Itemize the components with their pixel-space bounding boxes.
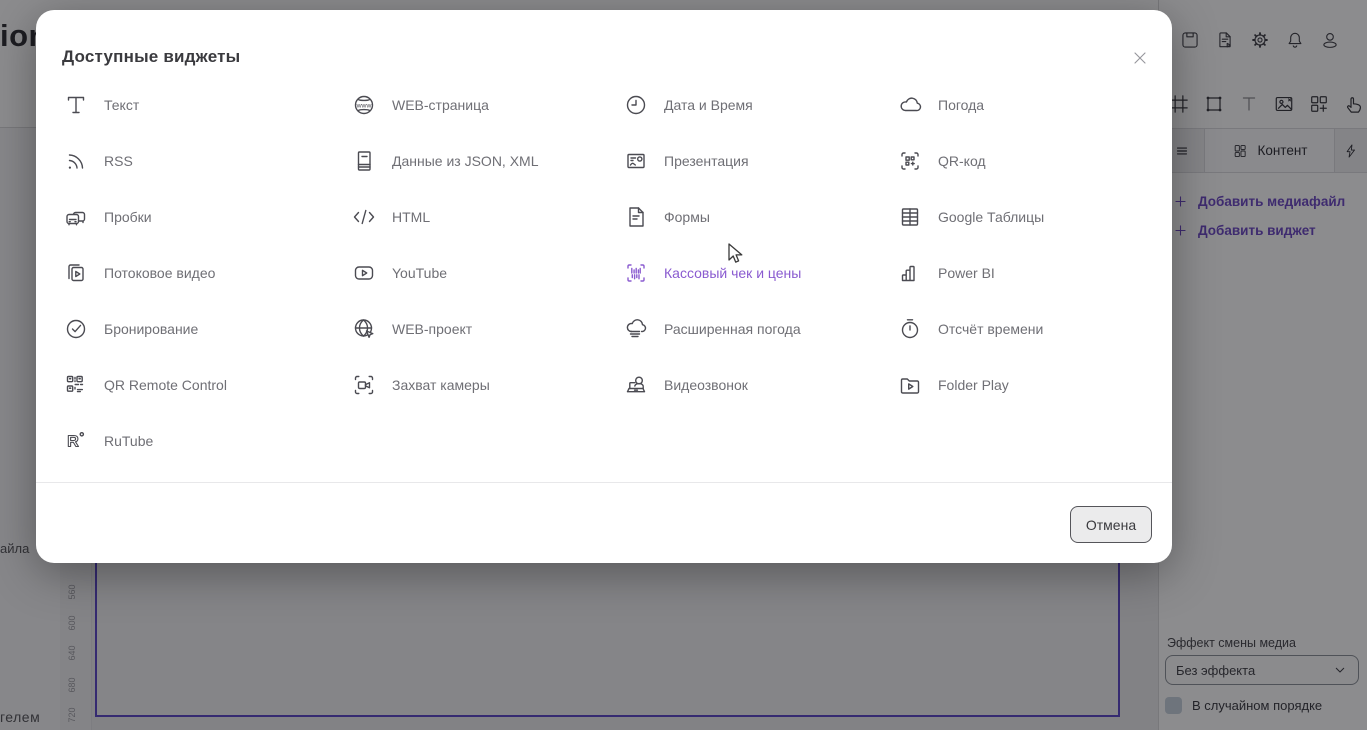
widget-item-json-xml[interactable]: Данные из JSON, XML <box>350 147 622 175</box>
power-bi-icon <box>896 259 924 287</box>
modal-title: Доступные виджеты <box>62 47 241 66</box>
widget-item-folder-play[interactable]: Folder Play <box>896 371 1146 399</box>
widget-label: Текст <box>104 97 140 113</box>
clock-icon <box>622 91 650 119</box>
qr-code-icon <box>896 147 924 175</box>
widget-item-google-sheets[interactable]: Google Таблицы <box>896 203 1146 231</box>
cloud-icon <box>896 91 924 119</box>
widget-label: Folder Play <box>938 377 1009 393</box>
widget-item-html[interactable]: HTML <box>350 203 622 231</box>
widget-label: Погода <box>938 97 985 113</box>
widget-label: Потоковое видео <box>104 265 216 281</box>
widget-label: Расширенная погода <box>664 321 801 337</box>
receipt-barcode-icon <box>622 259 650 287</box>
widget-item-receipt-barcode[interactable]: Кассовый чек и цены <box>622 259 896 287</box>
camera-capture-icon <box>350 371 378 399</box>
widget-item-rss[interactable]: RSS <box>62 147 350 175</box>
booking-check-icon <box>62 315 90 343</box>
widget-item-camera-capture[interactable]: Захват камеры <box>350 371 622 399</box>
widget-label: Дата и Время <box>664 97 753 113</box>
widget-label: Бронирование <box>104 321 199 337</box>
svg-text:R: R <box>67 434 79 451</box>
widget-label: RSS <box>104 153 133 169</box>
rutube-icon: R <box>62 427 90 455</box>
web-page-icon: www <box>350 91 378 119</box>
widget-item-power-bi[interactable]: Power BI <box>896 259 1146 287</box>
video-call-icon <box>622 371 650 399</box>
rss-icon <box>62 147 90 175</box>
widget-item-weather-extended[interactable]: Расширенная погода <box>622 315 896 343</box>
widget-label: QR Remote Control <box>104 377 227 393</box>
widget-label: Формы <box>664 209 710 225</box>
widget-item-traffic[interactable]: Пробки <box>62 203 350 231</box>
widget-label: WEB-проект <box>392 321 473 337</box>
widget-item-presentation[interactable]: Презентация <box>622 147 896 175</box>
widget-label: WEB-страница <box>392 97 489 113</box>
presentation-icon <box>622 147 650 175</box>
widget-label: Видеозвонок <box>664 377 748 393</box>
widget-label: Презентация <box>664 153 749 169</box>
widget-item-clock[interactable]: Дата и Время <box>622 91 896 119</box>
widget-label: QR-код <box>938 153 986 169</box>
traffic-icon <box>62 203 90 231</box>
widget-item-web-page[interactable]: www WEB-страница <box>350 91 622 119</box>
text-icon <box>62 91 90 119</box>
widget-item-forms[interactable]: Формы <box>622 203 896 231</box>
widget-item-qr-remote[interactable]: QR Remote Control <box>62 371 350 399</box>
web-project-icon <box>350 315 378 343</box>
json-xml-icon <box>350 147 378 175</box>
footer-divider <box>36 482 1172 483</box>
widget-label: Power BI <box>938 265 995 281</box>
widgets-modal: Доступные виджеты Текст www WEB-страница Да… <box>36 10 1172 563</box>
forms-icon <box>622 203 650 231</box>
app-root: ion 560 600 640 680 720 айла гелем Контент Д… <box>0 0 1367 730</box>
qr-remote-icon <box>62 371 90 399</box>
widget-item-web-project[interactable]: WEB-проект <box>350 315 622 343</box>
widget-item-rutube[interactable]: R RuTube <box>62 427 350 455</box>
widget-label: Захват камеры <box>392 377 490 393</box>
widget-label: Кассовый чек и цены <box>664 265 802 281</box>
cancel-button[interactable]: Отмена <box>1070 506 1152 543</box>
widget-label: HTML <box>392 209 431 225</box>
widget-item-youtube[interactable]: YouTube <box>350 259 622 287</box>
widget-item-stream-video[interactable]: Потоковое видео <box>62 259 350 287</box>
widget-item-qr-code[interactable]: QR-код <box>896 147 1146 175</box>
stopwatch-icon <box>896 315 924 343</box>
svg-text:www: www <box>356 102 372 109</box>
html-icon <box>350 203 378 231</box>
stream-video-icon <box>62 259 90 287</box>
weather-extended-icon <box>622 315 650 343</box>
youtube-icon <box>350 259 378 287</box>
widget-grid: Текст www WEB-страница Дата и Время Погода RS… <box>62 77 1146 469</box>
widget-item-stopwatch[interactable]: Отсчёт времени <box>896 315 1146 343</box>
widget-label: Пробки <box>104 209 152 225</box>
widget-item-text[interactable]: Текст <box>62 91 350 119</box>
widget-label: Отсчёт времени <box>938 321 1044 337</box>
widget-item-booking-check[interactable]: Бронирование <box>62 315 350 343</box>
google-sheets-icon <box>896 203 924 231</box>
widget-label: Google Таблицы <box>938 209 1045 225</box>
folder-play-icon <box>896 371 924 399</box>
close-icon[interactable] <box>1130 48 1150 68</box>
widget-label: Данные из JSON, XML <box>392 153 539 169</box>
widget-item-video-call[interactable]: Видеозвонок <box>622 371 896 399</box>
widget-item-cloud[interactable]: Погода <box>896 91 1146 119</box>
widget-label: YouTube <box>392 265 448 281</box>
widget-label: RuTube <box>104 433 154 449</box>
